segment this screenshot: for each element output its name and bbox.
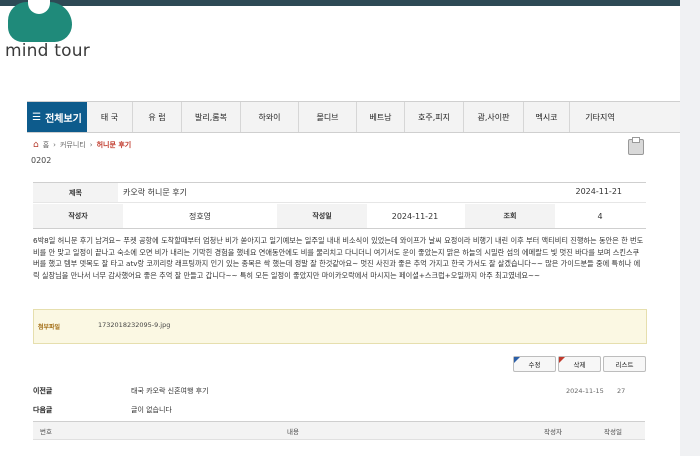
attachment-box: 첨부파일 1732018232095-9.jpg: [33, 309, 647, 344]
breadcrumb: ⌂ 홈 › 커뮤니티 › 허니문 후기: [33, 140, 131, 150]
nav-item-maldives[interactable]: 몰디브: [299, 102, 357, 132]
list-button[interactable]: 리스트: [603, 356, 646, 372]
list-label: 리스트: [615, 361, 634, 369]
home-icon[interactable]: ⌂: [33, 140, 39, 150]
breadcrumb-home[interactable]: 홈: [43, 140, 49, 150]
breadcrumb-separator-icon: ›: [53, 141, 56, 149]
prev-post-title[interactable]: 태국 카오락 신혼여행 후기: [131, 386, 209, 396]
views-value: 4: [597, 211, 603, 221]
header-date: 작성일: [604, 428, 622, 436]
board-list-header: 번호 내용 작성자 작성일: [33, 421, 645, 440]
logo-mark-icon: [8, 0, 72, 42]
prev-post-date: 2024-11-15: [566, 386, 604, 395]
nav-items: 태 국 유 럽 발리,롬복 하와이 몰디브 베트남 호주,피지 괌,사이판 멕시…: [87, 102, 630, 132]
post-title-date: 2024-11-21: [575, 187, 623, 196]
post-body: 6박8일 허니문 후기 남겨요~ 푸켓 공항에 도착할때부터 엄청난 비가 쏟아…: [33, 236, 644, 280]
delete-icon: [559, 357, 565, 363]
edit-icon: [514, 357, 520, 363]
post-title-row: 제목 카오락 허니문 후기 2024-11-21: [33, 182, 646, 203]
nav-item-bali[interactable]: 발리,롬복: [182, 102, 241, 132]
nav-item-hawaii[interactable]: 하와이: [241, 102, 299, 132]
hamburger-icon: ☰: [32, 111, 42, 123]
prev-post-label: 이전글: [33, 386, 53, 395]
views-label: 조회: [465, 204, 555, 228]
breadcrumb-separator-icon: ›: [89, 141, 93, 149]
edit-button[interactable]: 수정: [513, 356, 556, 372]
date-label: 작성일: [277, 204, 367, 228]
nav-item-europe[interactable]: 유 럽: [133, 102, 182, 132]
main-nav: ☰ 전체보기 태 국 유 럽 발리,롬복 하와이 몰디브 베트남 호주,피지 괌…: [27, 101, 680, 133]
all-menu-label: 전체보기: [45, 113, 82, 125]
post-info-row: 작성자 정호영 작성일 2024-11-21 조회 4: [33, 204, 646, 229]
header-author: 작성자: [544, 428, 562, 436]
top-bar: [0, 0, 700, 6]
delete-label: 삭제: [573, 361, 586, 369]
breadcrumb-current[interactable]: 허니문 후기: [97, 140, 132, 150]
nav-item-thailand[interactable]: 태 국: [87, 102, 133, 132]
board-code: 0202: [31, 156, 52, 165]
nav-item-others[interactable]: 기타지역: [570, 102, 630, 132]
title-label: 제목: [33, 183, 118, 202]
top-bar-strip: [0, 0, 680, 6]
logo-text: mind tour: [5, 41, 90, 61]
header-content: 내용: [287, 428, 299, 436]
attachment-label: 첨부파일: [38, 324, 61, 331]
logo[interactable]: mind tour: [0, 0, 90, 70]
prev-post-views: 27: [617, 386, 626, 395]
author-label: 작성자: [33, 204, 123, 228]
next-post-label: 다음글: [33, 405, 53, 414]
right-edge: [680, 0, 700, 456]
edit-label: 수정: [528, 361, 541, 369]
next-post-row: 다음글 글이 없습니다: [33, 401, 645, 418]
prev-post-row[interactable]: 이전글 태국 카오락 신혼여행 후기 2024-11-15 27: [33, 382, 645, 399]
nav-item-australia[interactable]: 호주,피지: [405, 102, 464, 132]
all-menu-button[interactable]: ☰ 전체보기: [27, 102, 87, 132]
next-post-title: 글이 없습니다: [131, 405, 172, 414]
date-value: 2024-11-21: [391, 211, 439, 221]
nav-item-mexico[interactable]: 멕시코: [524, 102, 570, 132]
print-icon[interactable]: [628, 137, 644, 155]
attachment-file-link[interactable]: 1732018232095-9.jpg: [98, 321, 170, 329]
post-title: 카오락 허니문 후기: [123, 188, 187, 197]
delete-button[interactable]: 삭제: [558, 356, 601, 372]
author-value: 정호영: [188, 211, 212, 221]
breadcrumb-community[interactable]: 커뮤니티: [60, 140, 86, 150]
header-no: 번호: [40, 428, 52, 436]
nav-item-guam[interactable]: 괌,사이판: [464, 102, 524, 132]
nav-item-vietnam[interactable]: 베트남: [357, 102, 405, 132]
